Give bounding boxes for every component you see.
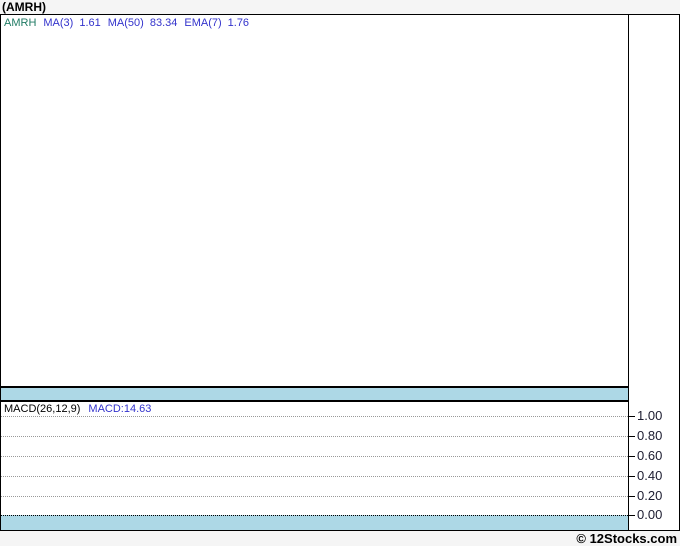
indicator-value: 1.76	[227, 17, 250, 29]
tick-mark-icon	[628, 475, 635, 477]
axis-tick-label: 0.40	[637, 468, 663, 483]
axis-tick-row: 0.40	[628, 469, 662, 483]
chart-frame: AMRH MA(3) 1.61 MA(50) 83.34 EMA(7) 1.76…	[0, 14, 680, 531]
indicator-ma3: MA(3) 1.61	[43, 17, 100, 30]
axis-tick-row: 0.00	[628, 508, 662, 522]
gridline-0.60	[1, 456, 628, 457]
gridline-0.40	[1, 476, 628, 477]
gridline-0.80	[1, 436, 628, 437]
tick-mark-icon	[628, 415, 635, 417]
indicator-value: 1.61	[79, 17, 101, 29]
stock-chart-page: (AMRH) AMRH MA(3) 1.61 MA(50) 83.34 EMA(…	[0, 0, 680, 546]
indicator-label: MA(50)	[107, 17, 144, 29]
bottom-band	[1, 515, 628, 530]
axis-tick-label: 1.00	[637, 408, 663, 423]
tick-mark-icon	[628, 435, 635, 437]
axis-tick-row: 1.00	[628, 409, 662, 423]
axis-tick-row: 0.80	[628, 429, 662, 443]
indicator-value: 83.34	[149, 17, 178, 29]
axis-tick-label: 0.00	[637, 507, 663, 522]
indicator-ema7: EMA(7) 1.76	[184, 17, 249, 30]
axis-tick-label: 0.60	[637, 448, 663, 463]
tick-mark-icon	[628, 514, 635, 516]
copyright-link[interactable]: © 12Stocks.com	[576, 531, 677, 546]
page-title: (AMRH)	[2, 0, 46, 14]
tick-mark-icon	[628, 495, 635, 497]
axis-tick-label: 0.80	[637, 428, 663, 443]
tick-mark-icon	[628, 455, 635, 457]
macd-value: MACD:14.63	[88, 403, 152, 415]
indicator-label: MA(3)	[43, 17, 74, 29]
axis-tick-row: 0.20	[628, 489, 662, 503]
axis-tick-label: 0.20	[637, 488, 663, 503]
macd-label: MACD(26,12,9)	[4, 403, 81, 415]
macd-indicator-legend: MACD(26,12,9) MACD:14.63	[4, 403, 151, 416]
gridline-1.00	[1, 416, 628, 417]
panel-separator-band	[1, 386, 628, 402]
indicator-ma50: MA(50) 83.34	[108, 17, 178, 30]
gridline-0.20	[1, 496, 628, 497]
price-indicator-legend: AMRH MA(3) 1.61 MA(50) 83.34 EMA(7) 1.76	[4, 17, 249, 30]
indicator-label: EMA(7)	[184, 17, 222, 29]
ticker-symbol: AMRH	[4, 17, 37, 29]
axis-tick-row: 0.60	[628, 449, 662, 463]
